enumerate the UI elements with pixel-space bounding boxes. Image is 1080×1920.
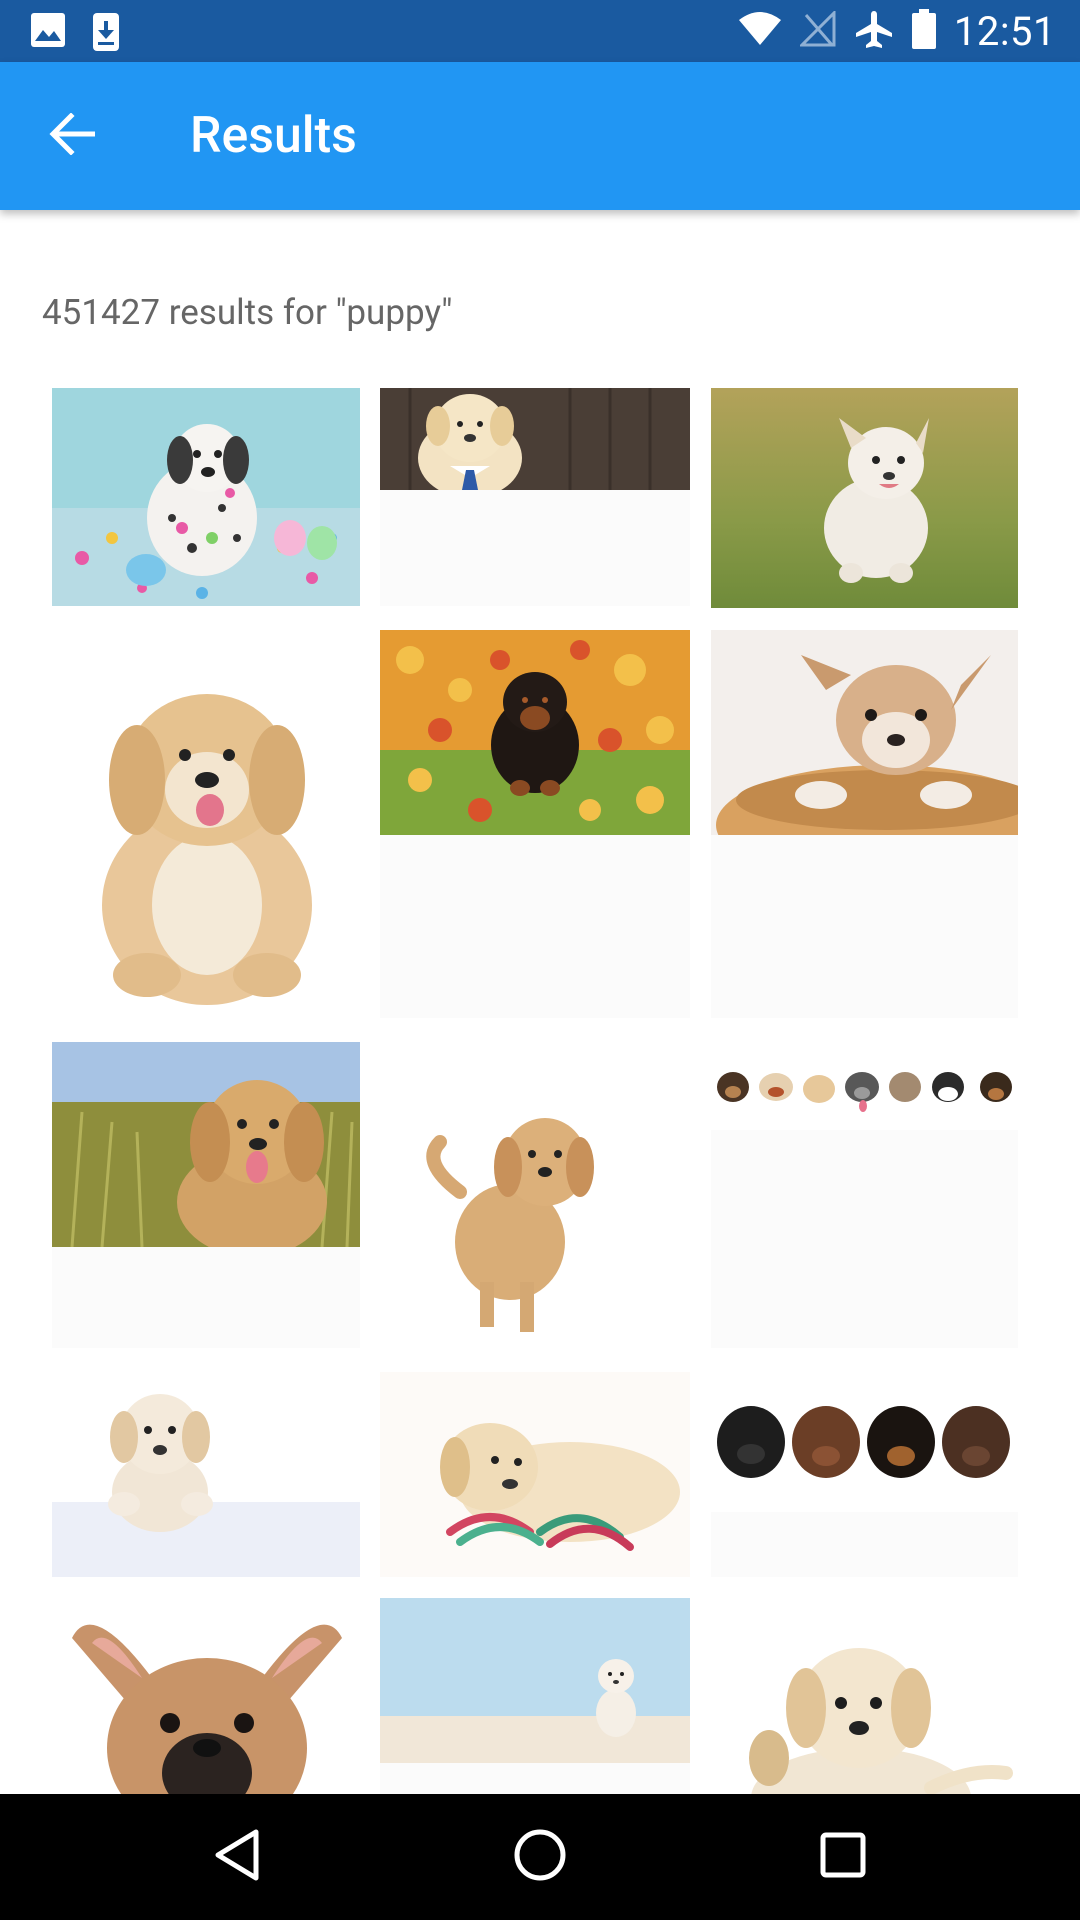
grid-tile[interactable]	[52, 388, 360, 606]
grid-tile[interactable]	[52, 630, 360, 1018]
grid-tile[interactable]	[380, 388, 690, 606]
grid-tile[interactable]	[711, 1372, 1018, 1577]
white-puppy-running-grass-image	[711, 388, 1018, 608]
grid-tile[interactable]	[711, 1042, 1018, 1348]
grid-tile[interactable]	[52, 1598, 360, 1794]
golden-retriever-puppy-grass-image	[52, 1042, 360, 1247]
grid-tile[interactable]	[52, 1042, 360, 1348]
nav-back-button[interactable]	[192, 1822, 282, 1892]
home-circle-icon	[513, 1828, 567, 1886]
chihuahua-puppy-basket-image	[711, 630, 1018, 835]
page-title: Results	[190, 107, 357, 165]
grid-tile[interactable]	[711, 630, 1018, 1018]
back-arrow-icon	[49, 112, 97, 159]
nav-recents-button[interactable]	[798, 1822, 888, 1892]
rottweiler-puppy-autumn-leaves-image	[380, 630, 690, 835]
grid-tile[interactable]	[711, 1598, 1018, 1794]
labrador-puppy-over-sign-image	[52, 1372, 360, 1577]
app-bar: Results	[0, 62, 1080, 210]
four-puppies-row-image	[711, 1372, 1018, 1512]
labrador-puppy-tie-image	[380, 388, 690, 490]
french-bulldog-puppy-image	[52, 1598, 360, 1794]
puppies-and-kittens-row-image	[711, 1042, 1018, 1130]
grid-tile[interactable]	[380, 1042, 690, 1348]
grid-tile[interactable]	[711, 388, 1018, 608]
labrador-puppy-waving-image	[711, 1598, 1018, 1794]
grid-tile[interactable]	[380, 1372, 690, 1577]
white-puppy-blue-wall-image	[380, 1598, 690, 1763]
grid-tile[interactable]	[52, 1372, 360, 1577]
golden-puppy-walking-image	[380, 1042, 690, 1348]
labrador-puppy-rope-toy-image	[380, 1372, 690, 1577]
back-triangle-icon	[212, 1828, 262, 1886]
nav-home-button[interactable]	[495, 1822, 585, 1892]
dalmatian-paint-puppy-image	[52, 388, 360, 606]
results-grid	[0, 0, 1080, 1794]
recents-square-icon	[820, 1832, 866, 1882]
grid-tile[interactable]	[380, 630, 690, 1018]
fluffy-tan-puppy-sitting-image	[52, 630, 360, 1018]
navigation-bar	[0, 1794, 1080, 1920]
back-button[interactable]	[30, 106, 116, 166]
grid-tile[interactable]	[380, 1598, 690, 1794]
